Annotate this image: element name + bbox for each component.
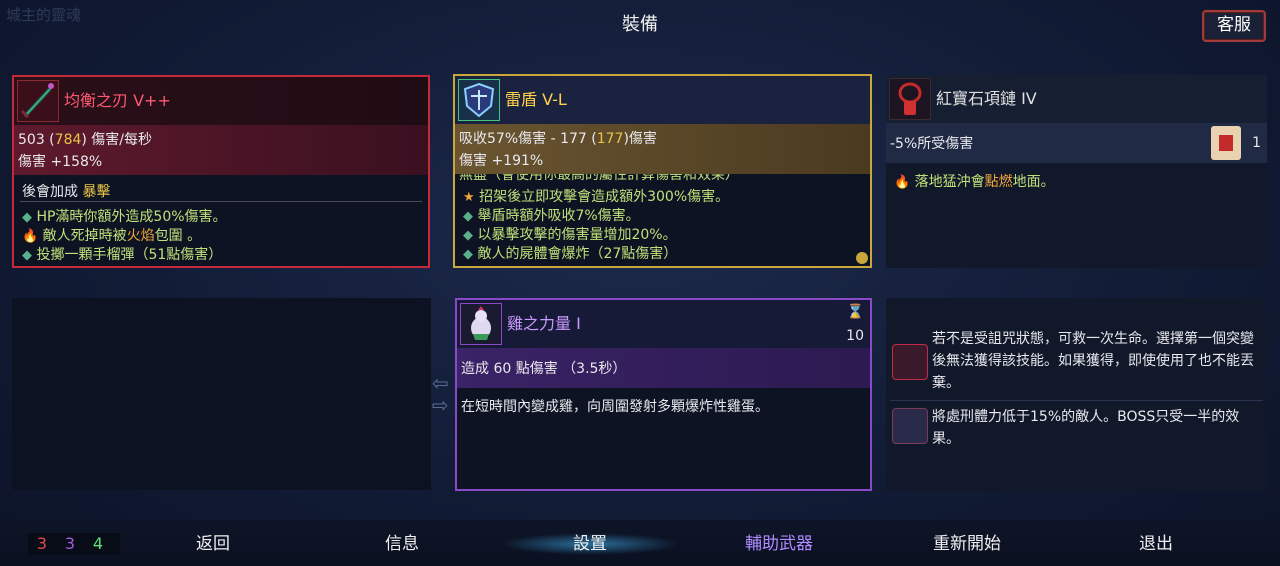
- dps-value: 784: [54, 132, 82, 148]
- divider: [890, 400, 1263, 401]
- weapon-effect-2: 🔥 敵人死掉時被火焰包圍 。: [14, 225, 428, 245]
- shield-card[interactable]: 雷盾 V-L 吸收57%傷害 - 177 (177)傷害 傷害 +191% 無盡…: [453, 74, 872, 268]
- effect-text: 落地猛沖會: [914, 174, 985, 190]
- effect-suffix: 包圍 。: [154, 228, 202, 244]
- shield-effect-3: ◆ 以暴擊攻擊的傷害量增加20%。: [455, 224, 870, 244]
- fire-icon: 🔥: [894, 175, 911, 190]
- sword-icon: [17, 80, 59, 122]
- weapon-effect-3: ◆ 投擲一顆手榴彈（51點傷害）: [14, 244, 428, 264]
- empty-skill-slot[interactable]: [12, 298, 431, 490]
- effect-highlight: 點燃: [984, 174, 1013, 190]
- support-button[interactable]: 客服: [1202, 10, 1266, 42]
- nav-quit[interactable]: 退出: [1096, 533, 1216, 555]
- mutation-text: 將處刑體力低于15%的敵人。BOSS只受一半的效果。: [932, 409, 1240, 447]
- skill-card-header: 雞之力量 I ⌛ 10: [457, 300, 870, 348]
- amulet-card[interactable]: 紅寶石項鏈 IV -5%所受傷害 1 🔥 落地猛沖會點燃地面。: [886, 75, 1267, 268]
- skill-name: 雞之力量 I: [507, 314, 581, 333]
- mutation-text: 若不是受詛咒狀態，可救一次生命。選擇第一個突變後無法獲得該技能。如果獲得，即使使…: [932, 331, 1254, 391]
- dot-icon: ◆: [22, 210, 32, 225]
- dps-close: ) 傷害/每秒: [81, 132, 153, 148]
- shield-absorb: 吸收57%傷害 - 177 (177)傷害: [455, 128, 870, 148]
- effect-text: 敵人死掉時被: [42, 228, 127, 244]
- amulet-card-header: 紅寶石項鏈 IV: [886, 75, 1267, 123]
- dot-icon: ◆: [463, 247, 473, 262]
- fire-icon: 🔥: [22, 229, 39, 244]
- effect-suffix: 地面。: [1012, 174, 1055, 190]
- scroll-count: 1: [1252, 135, 1261, 151]
- effect-text: 敵人的屍體會爆炸（27點傷害）: [477, 246, 678, 262]
- effect-text: 投擲一顆手榴彈（51點傷害）: [36, 247, 223, 263]
- bonus-value: 暴擊: [82, 184, 111, 200]
- amulet-effect: 🔥 落地猛沖會點燃地面。: [886, 171, 1267, 191]
- skill-description: 在短時間內變成雞，向周圍發射多顆爆炸性雞蛋。: [461, 399, 769, 415]
- dps-open: (: [44, 132, 55, 148]
- shield-effect-2: ◆ 舉盾時額外吸收7%傷害。: [455, 205, 870, 225]
- hourglass-icon: ⌛: [846, 304, 864, 320]
- swap-arrows-icon[interactable]: ⇦ ⇨: [432, 372, 449, 416]
- effect-text: HP滿時你額外造成50%傷害。: [36, 209, 227, 225]
- weapon-dps: 503 (784) 傷害/每秒: [14, 129, 428, 149]
- effect-text: 招架後立即攻擊會造成額外300%傷害。: [479, 189, 730, 205]
- nav-secondary-weapon[interactable]: 輔助武器: [719, 533, 839, 555]
- skill-card[interactable]: 雞之力量 I ⌛ 10 造成 60 點傷害 （3.5秒） 在短時間內變成雞，向周…: [455, 298, 872, 491]
- shield-effect-1: ★ 招架後立即攻擊會造成額外300%傷害。: [455, 186, 870, 206]
- amulet-stat: -5%所受傷害: [890, 136, 974, 152]
- star-icon: ★: [463, 190, 475, 205]
- weapon-name: 均衡之刃 V++: [64, 91, 171, 110]
- absorb-suffix: )傷害: [623, 131, 657, 147]
- weapon-card[interactable]: 均衡之刃 V++ 503 (784) 傷害/每秒 傷害 +158% 後會加成 暴…: [12, 75, 430, 268]
- skill-damage: 造成 60 點傷害 （3.5秒）: [461, 361, 627, 377]
- skill-stats: 造成 60 點傷害 （3.5秒）: [457, 348, 870, 388]
- effect-highlight: 火焰: [126, 228, 155, 244]
- scroll-icon: [1211, 126, 1241, 160]
- heart-mutation-icon: [892, 344, 928, 380]
- nav-info[interactable]: 信息: [342, 533, 462, 555]
- brutality-count: 3: [36, 534, 48, 553]
- scroll-counts: 334: [28, 533, 120, 555]
- weapon-effect-1: ◆ HP滿時你額外造成50%傷害。: [14, 206, 428, 226]
- amulet-name: 紅寶石項鏈 IV: [936, 89, 1037, 108]
- corner-ornament-icon: [856, 252, 868, 264]
- mutation-2[interactable]: 將處刑體力低于15%的敵人。BOSS只受一半的效果。: [890, 406, 1262, 452]
- chicken-icon: [460, 303, 502, 345]
- cutoff-line: 無盡（會使用你最高的屬性計算傷害和效果）: [459, 174, 739, 183]
- absorb-text: 吸收57%傷害 - 177 (: [459, 131, 597, 147]
- nav-restart[interactable]: 重新開始: [907, 533, 1027, 555]
- effect-text: 舉盾時額外吸收7%傷害。: [477, 208, 640, 224]
- shield-effect-4: ◆ 敵人的屍體會爆炸（27點傷害）: [455, 243, 870, 263]
- shield-card-header: 雷盾 V-L: [455, 76, 870, 124]
- weapon-bonus-line: 後會加成 暴擊: [20, 181, 422, 202]
- shield-icon: [458, 79, 500, 121]
- bonus-label: 後會加成: [22, 184, 83, 200]
- shield-cutoff: 無盡（會使用你最高的屬性計算傷害和效果）: [455, 174, 870, 184]
- weapon-stats: 503 (784) 傷害/每秒 傷害 +158%: [14, 125, 428, 175]
- execute-mutation-icon: [892, 408, 928, 444]
- dot-icon: ◆: [463, 228, 473, 243]
- necklace-icon: [889, 78, 931, 120]
- skill-cooldown: 10: [846, 328, 864, 344]
- survival-count: 4: [92, 534, 104, 553]
- effect-text: 以暴擊攻擊的傷害量增加20%。: [477, 227, 677, 243]
- weapon-damage-bonus: 傷害 +158%: [18, 154, 103, 170]
- amulet-stats: -5%所受傷害 1: [886, 123, 1267, 163]
- mutation-1[interactable]: 若不是受詛咒狀態，可救一次生命。選擇第一個突變後無法獲得該技能。如果獲得，即使使…: [890, 328, 1262, 396]
- shield-stats: 吸收57%傷害 - 177 (177)傷害 傷害 +191%: [455, 124, 870, 174]
- dps-base: 503: [18, 132, 45, 148]
- absorb-value: 177: [596, 131, 624, 147]
- shield-damage-bonus: 傷害 +191%: [459, 153, 544, 169]
- nav-back[interactable]: 返回: [153, 533, 273, 555]
- mutations-card: 若不是受詛咒狀態，可救一次生命。選擇第一個突變後無法獲得該技能。如果獲得，即使使…: [886, 298, 1267, 491]
- tactics-count: 3: [64, 534, 76, 553]
- page-title: 裝備: [622, 14, 658, 35]
- dot-icon: ◆: [463, 209, 473, 224]
- shield-name: 雷盾 V-L: [505, 90, 567, 109]
- dot-icon: ◆: [22, 248, 32, 263]
- weapon-card-header: 均衡之刃 V++: [14, 77, 428, 126]
- nav-settings[interactable]: 設置: [500, 533, 680, 555]
